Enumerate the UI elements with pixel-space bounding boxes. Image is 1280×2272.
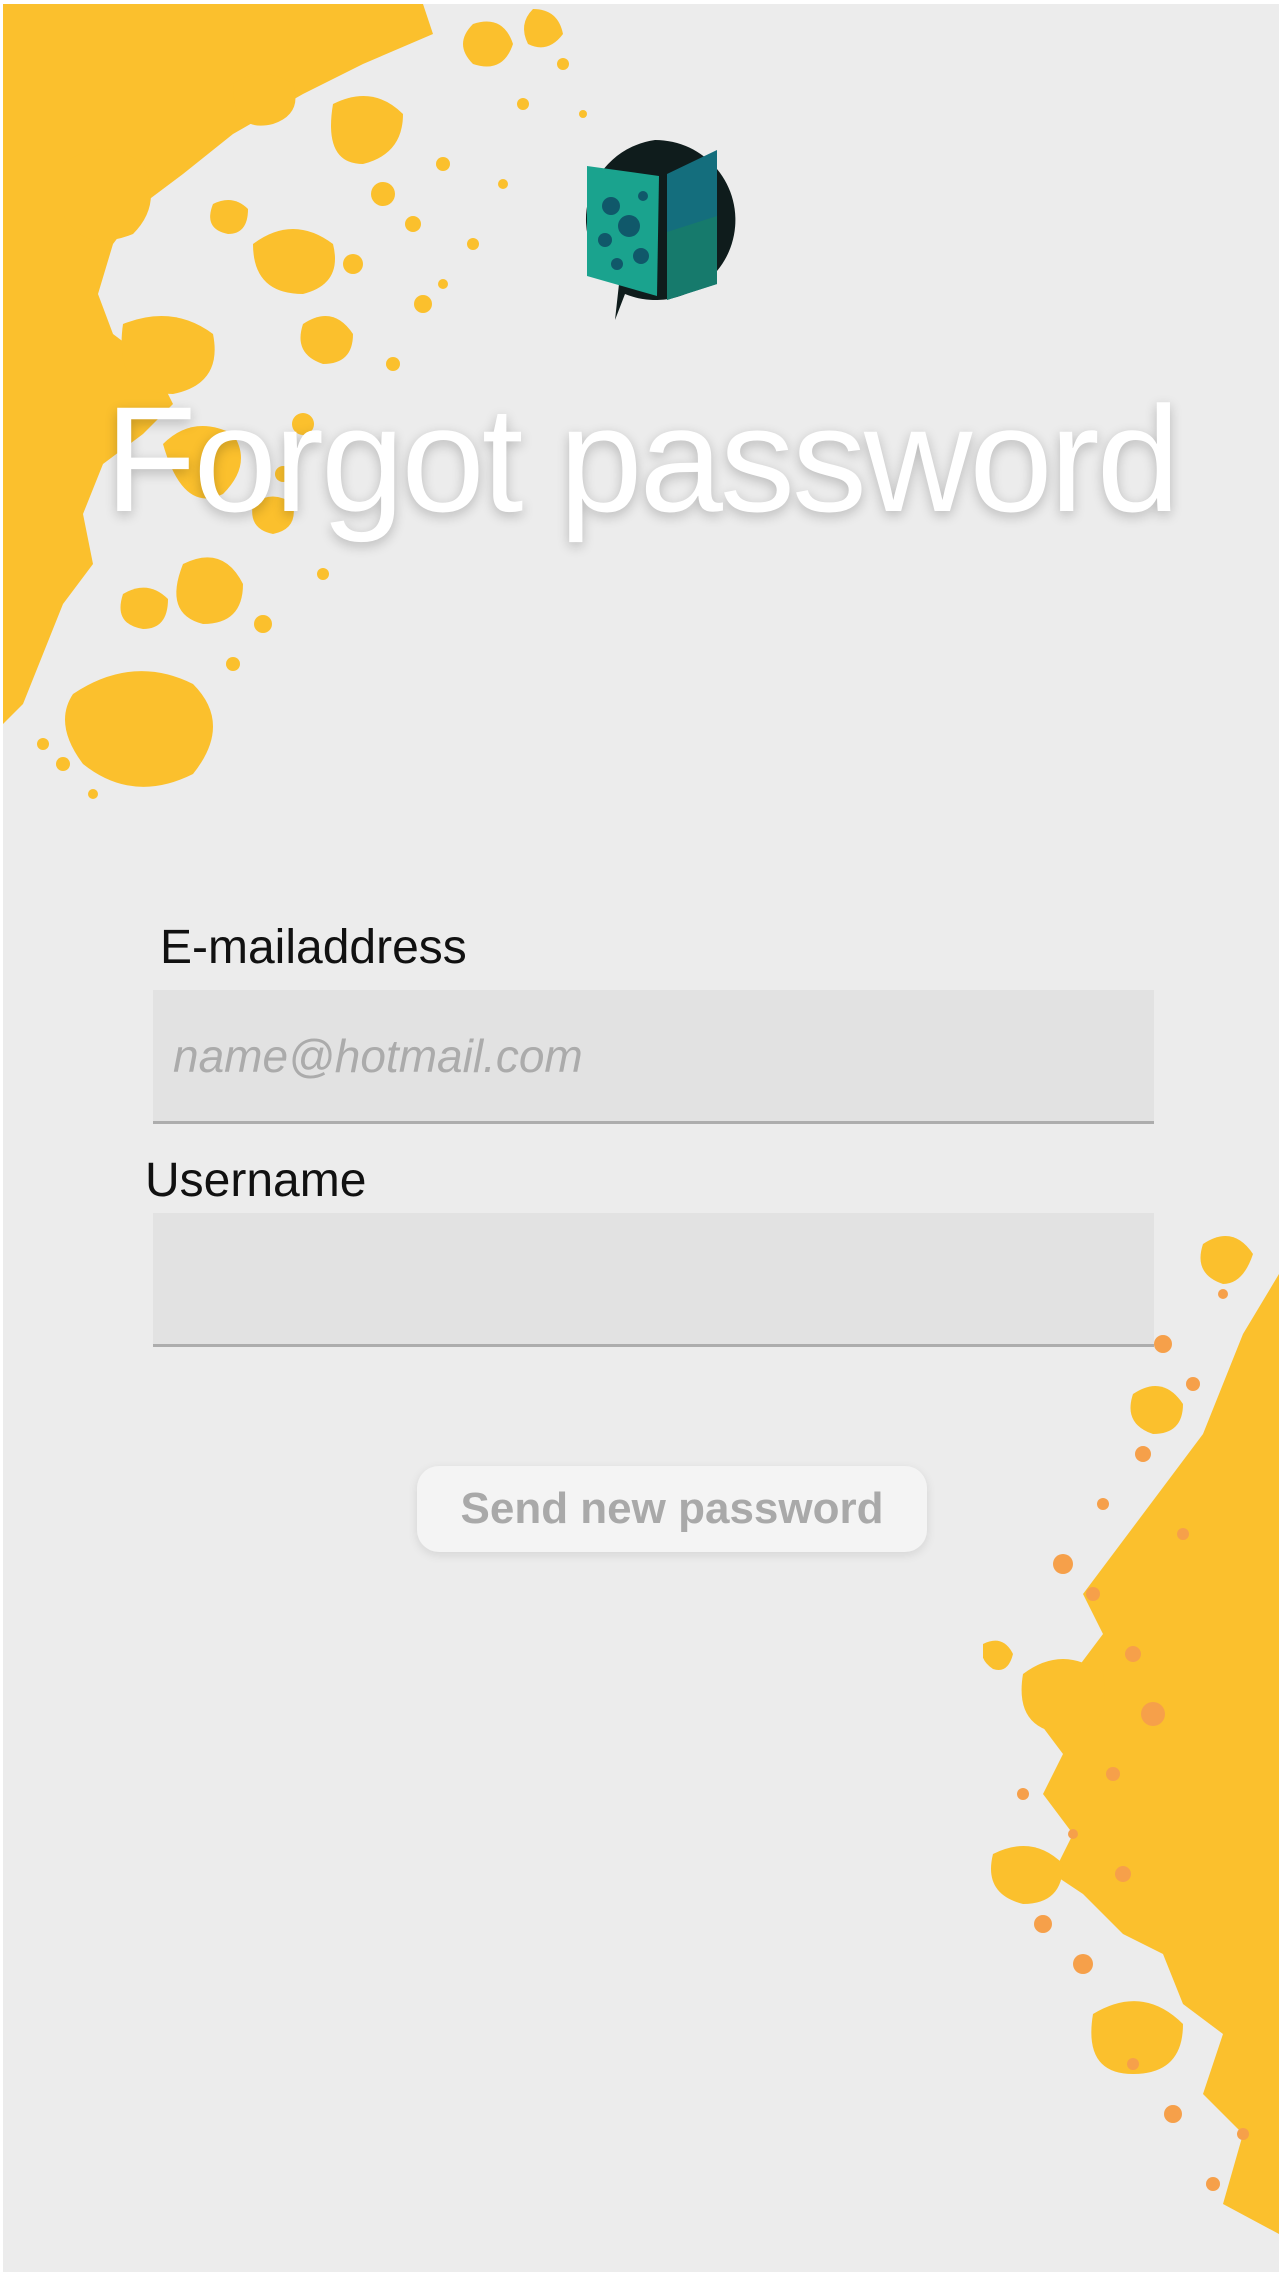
page-title: Forgot password (104, 375, 1180, 543)
username-label: Username (145, 1154, 367, 1207)
username-field[interactable] (153, 1213, 1154, 1347)
book-speech-bubble-logo (585, 139, 736, 320)
forgot-password-screen: Forgot password E-mailaddress Username S… (3, 4, 1279, 2272)
email-label: E-mailaddress (160, 921, 467, 974)
email-field[interactable] (153, 990, 1154, 1124)
paint-splash-bottom-right (983, 1236, 1279, 2234)
send-new-password-button[interactable]: Send new password (417, 1466, 927, 1552)
